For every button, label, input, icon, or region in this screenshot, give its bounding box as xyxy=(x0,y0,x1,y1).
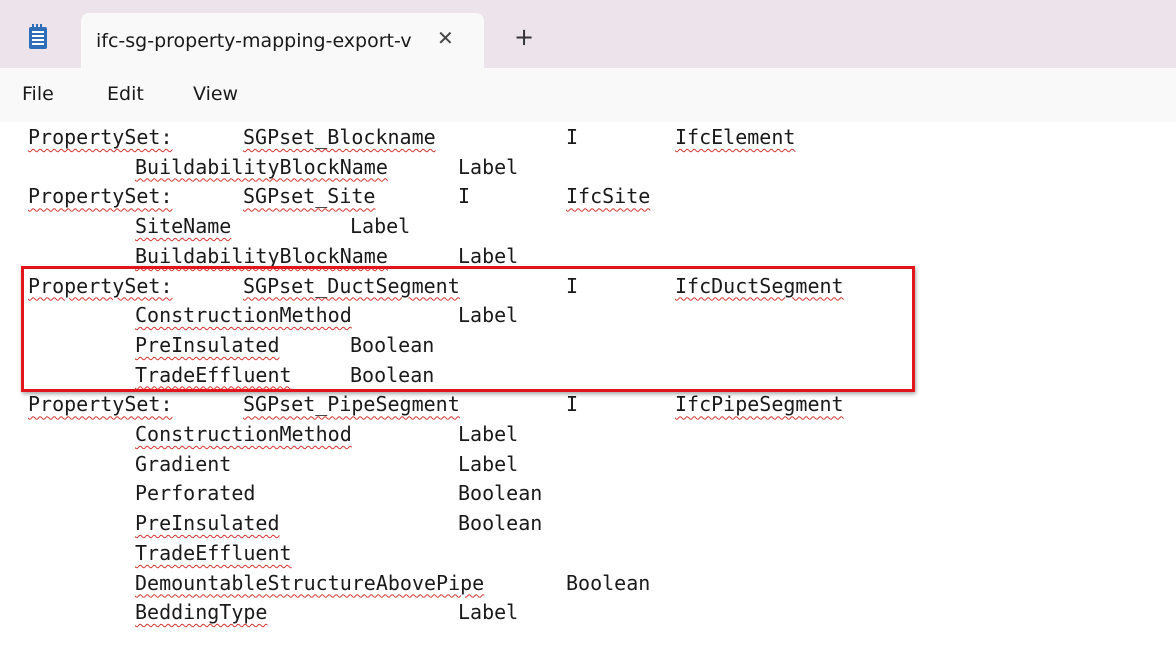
title-bar: ifc-sg-property-mapping-export-v ✕ + xyxy=(0,0,1176,68)
line-token-value: SGPset_Blockname xyxy=(243,125,436,149)
property-line: DemountableStructureAbovePipe Boolean xyxy=(0,569,1176,597)
line-token-key: BuildabilityBlockName xyxy=(135,154,388,179)
line-token-value: I xyxy=(566,392,579,417)
line-token-value: Label xyxy=(350,214,411,239)
highlight-box xyxy=(21,266,915,392)
line-token-value: IfcElement xyxy=(675,125,796,149)
line-token-key: DemountableStructureAbovePipe xyxy=(135,570,485,595)
tab-title: ifc-sg-property-mapping-export-v xyxy=(96,30,412,52)
line-token-key: PropertySet: xyxy=(28,125,173,149)
line-token-value: I xyxy=(458,184,471,209)
property-line: Gradient Label xyxy=(0,450,1176,478)
line-token-value: SGPset_PipeSegment xyxy=(243,392,460,417)
property-set-line: PropertySet: SGPset_Blockname I IfcElement xyxy=(0,123,1176,151)
line-token-key: Perforated xyxy=(135,481,256,506)
close-icon[interactable]: ✕ xyxy=(437,28,454,48)
line-token-value: Label xyxy=(458,600,519,625)
line-token-value: I xyxy=(566,125,579,149)
line-token-value: IfcPipeSegment xyxy=(675,392,844,417)
property-line: PreInsulated Boolean xyxy=(0,509,1176,537)
line-token-key: Gradient xyxy=(135,451,232,476)
line-token-key: PropertySet: xyxy=(28,392,173,417)
property-set-line: PropertySet: SGPset_Site I IfcSite xyxy=(0,182,1176,210)
new-tab-icon[interactable]: + xyxy=(514,25,534,49)
menu-file[interactable]: File xyxy=(22,83,54,105)
notepad-icon xyxy=(29,24,47,49)
property-line: BeddingType Label xyxy=(0,598,1176,626)
property-line: ConstructionMethod Label xyxy=(0,420,1176,448)
line-token-key: BeddingType xyxy=(135,600,268,625)
menu-bar: File Edit View xyxy=(0,68,1176,122)
line-token-value: Boolean xyxy=(458,481,543,506)
tab-active[interactable]: ifc-sg-property-mapping-export-v ✕ xyxy=(81,13,484,68)
line-token-value: Label xyxy=(458,154,519,179)
line-token-key: PreInsulated xyxy=(135,511,280,536)
property-line: TradeEffluent xyxy=(0,539,1176,567)
property-line: SiteName Label xyxy=(0,212,1176,240)
line-token-value: Boolean xyxy=(458,511,543,536)
menu-view[interactable]: View xyxy=(193,83,238,105)
line-token-value: Label xyxy=(458,422,519,446)
menu-edit[interactable]: Edit xyxy=(107,83,144,105)
property-line: BuildabilityBlockName Label xyxy=(0,153,1176,181)
line-token-value: Boolean xyxy=(566,570,651,595)
line-token-value: SGPset_Site xyxy=(243,184,376,209)
line-token-key: PropertySet: xyxy=(28,184,173,209)
line-token-key: ConstructionMethod xyxy=(135,422,352,446)
line-token-value: Label xyxy=(458,451,519,476)
line-token-key: SiteName xyxy=(135,214,232,239)
line-token-value: IfcSite xyxy=(566,184,651,209)
property-line: Perforated Boolean xyxy=(0,479,1176,507)
property-set-line: PropertySet: SGPset_PipeSegment I IfcPipeSe… xyxy=(0,390,1176,418)
line-token-key: TradeEffluent xyxy=(135,540,292,565)
